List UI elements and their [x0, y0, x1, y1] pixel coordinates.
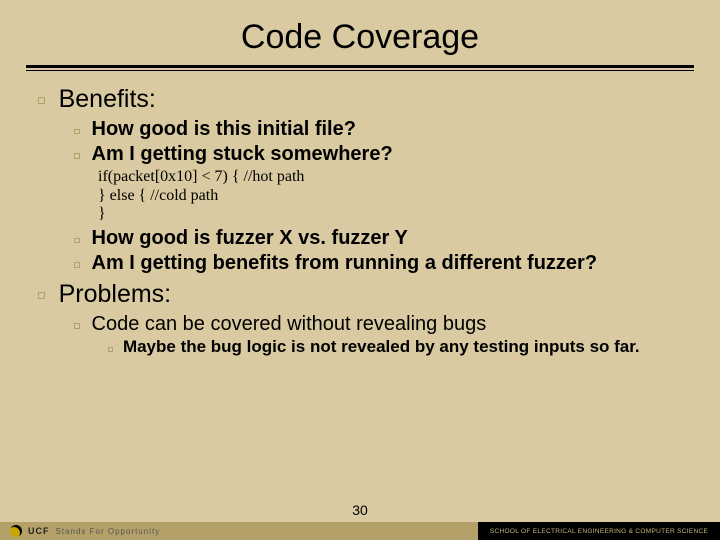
- square-bullet-icon: [74, 321, 80, 333]
- section-problems: Problems:: [38, 280, 682, 309]
- code-line: }: [98, 205, 682, 223]
- page-number: 30: [0, 502, 720, 518]
- square-bullet-icon: [74, 260, 80, 272]
- code-line: if(packet[0x10] < 7) { //hot path: [98, 168, 682, 186]
- bullet-text: Maybe the bug logic is not revealed by a…: [123, 337, 640, 357]
- footer-left: UCF Stands For Opportunity: [0, 522, 478, 540]
- square-bullet-icon: [74, 235, 80, 247]
- bullet-item: Am I getting stuck somewhere?: [74, 143, 682, 167]
- bullet-text: How good is fuzzer X vs. fuzzer Y: [92, 227, 408, 251]
- sub-bullet-item: Maybe the bug logic is not revealed by a…: [108, 337, 682, 357]
- bullet-item: How good is fuzzer X vs. fuzzer Y: [74, 227, 682, 251]
- ucf-logo: UCF Stands For Opportunity: [10, 525, 160, 537]
- footer-bar: UCF Stands For Opportunity SCHOOL OF ELE…: [0, 522, 720, 540]
- ucf-tagline: Stands For Opportunity: [56, 527, 161, 536]
- bullet-text: Am I getting stuck somewhere?: [92, 143, 393, 167]
- square-bullet-icon: [38, 288, 45, 302]
- bullet-text: Am I getting benefits from running a dif…: [92, 252, 598, 276]
- section-heading: Problems:: [59, 280, 172, 309]
- square-bullet-icon: [38, 93, 45, 107]
- ucf-seal-icon: [10, 525, 22, 537]
- bullet-text: Code can be covered without revealing bu…: [92, 313, 487, 337]
- square-bullet-icon: [74, 126, 80, 138]
- code-line: } else { //cold path: [98, 187, 682, 205]
- square-bullet-icon: [74, 151, 80, 163]
- bullet-text: How good is this initial file?: [92, 118, 356, 142]
- code-block: if(packet[0x10] < 7) { //hot path } else…: [98, 168, 682, 223]
- section-benefits: Benefits:: [38, 85, 682, 114]
- ucf-wordmark: UCF: [28, 526, 50, 536]
- footer-school: SCHOOL OF ELECTRICAL ENGINEERING & COMPU…: [478, 522, 720, 540]
- slide-title: Code Coverage: [0, 0, 720, 65]
- slide-body: Benefits: How good is this initial file?…: [0, 71, 720, 357]
- bullet-item: Am I getting benefits from running a dif…: [74, 252, 682, 276]
- square-bullet-icon: [108, 344, 113, 355]
- bullet-item: How good is this initial file?: [74, 118, 682, 142]
- bullet-item: Code can be covered without revealing bu…: [74, 313, 682, 337]
- section-heading: Benefits:: [59, 85, 156, 114]
